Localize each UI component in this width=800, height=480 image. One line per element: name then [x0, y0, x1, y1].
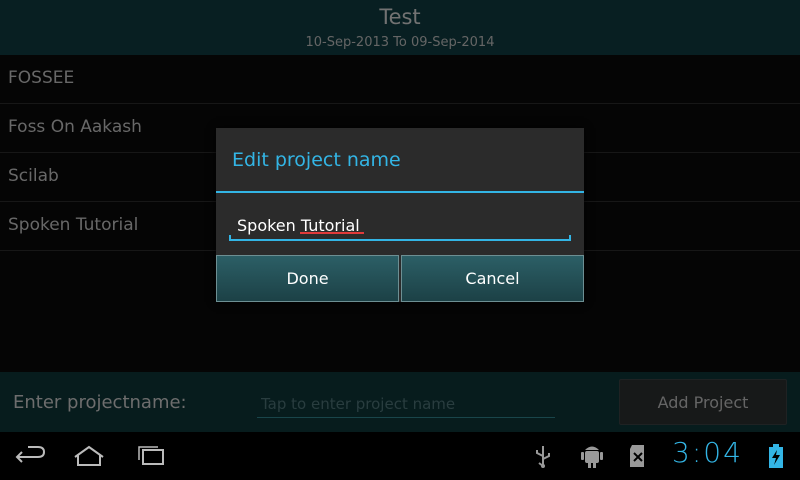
sd-card-icon: [630, 445, 644, 467]
edit-project-dialog: Edit project name Done Cancel: [216, 128, 584, 302]
recent-apps-icon[interactable]: [134, 443, 168, 469]
android-debug-icon: [581, 446, 603, 468]
project-name-edit-field[interactable]: [229, 210, 571, 240]
cancel-button[interactable]: Cancel: [401, 255, 584, 302]
edit-field-underline: [229, 235, 571, 241]
home-icon[interactable]: [72, 443, 106, 469]
spellcheck-underline: [300, 232, 364, 234]
battery-charging-icon: [769, 444, 783, 468]
usb-icon: [536, 446, 550, 468]
back-icon[interactable]: [14, 443, 48, 469]
dialog-divider: [216, 191, 584, 193]
dialog-title: Edit project name: [232, 149, 401, 171]
done-button[interactable]: Done: [216, 255, 399, 302]
clock: 3:04: [672, 436, 743, 469]
